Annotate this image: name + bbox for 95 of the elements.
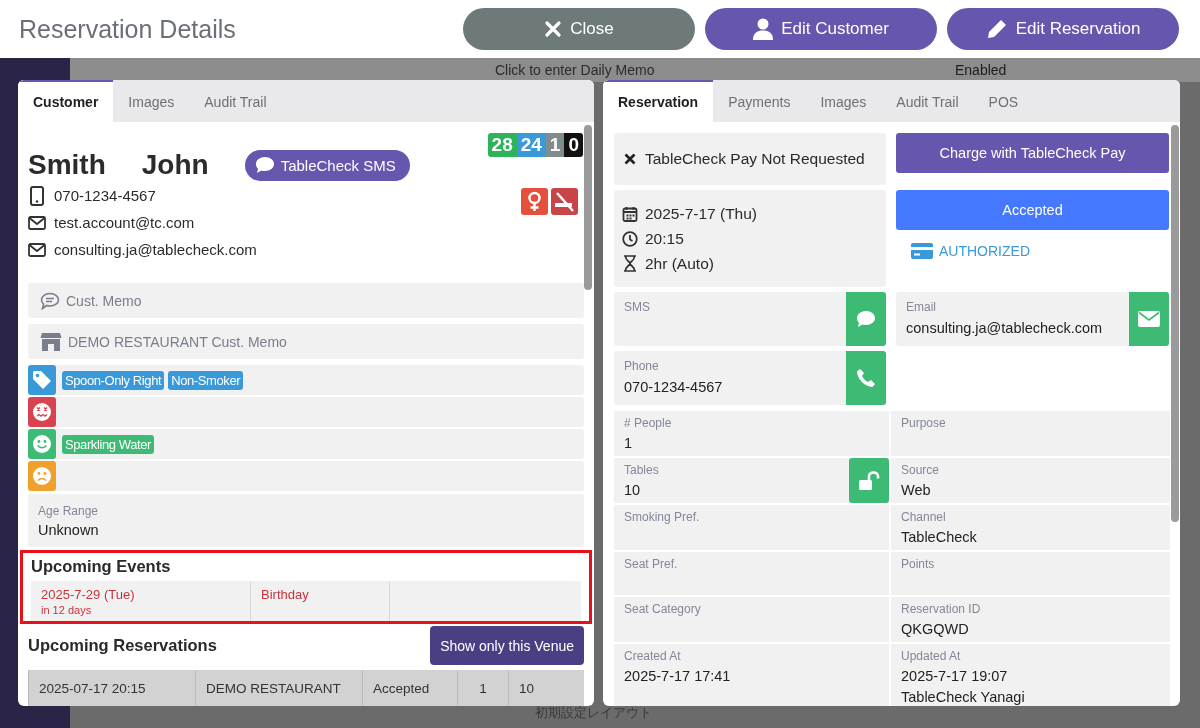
tab[interactable]: Audit Trail: [881, 80, 974, 122]
first-name: John: [141, 149, 209, 181]
tag-row[interactable]: [28, 461, 584, 491]
tab[interactable]: POS: [973, 80, 1034, 122]
tag-chip[interactable]: Spoon-Only Right: [62, 370, 165, 390]
detail-field[interactable]: Channel TableCheck: [891, 505, 1170, 550]
detail-field[interactable]: Points: [891, 552, 1170, 595]
tag-row[interactable]: [28, 397, 584, 427]
email-address: test.account@tc.com: [54, 214, 195, 231]
detail-field[interactable]: Created At 2025-7-17 17:41: [614, 644, 889, 706]
daily-memo-prompt[interactable]: Click to enter Daily Memo: [495, 62, 655, 78]
envelope-icon: [28, 242, 46, 257]
edit-reservation-button[interactable]: Edit Reservation: [947, 8, 1179, 50]
status-button[interactable]: Accepted: [896, 190, 1169, 230]
payment-status-text: TableCheck Pay Not Requested: [645, 150, 865, 168]
cross-icon: [624, 153, 636, 165]
reservation-duration: 2hr (Auto): [645, 254, 714, 273]
smile-icon: [28, 429, 56, 459]
close-button[interactable]: Close: [463, 8, 695, 50]
tab[interactable]: Images: [113, 80, 190, 122]
visit-count: 24: [516, 133, 546, 157]
reservation-date: 2025-7-17 (Thu): [645, 204, 757, 223]
tag-icon: [28, 365, 56, 395]
tag-row[interactable]: Sparkling Water: [28, 429, 584, 459]
detail-field[interactable]: Reservation ID QKGQWD: [891, 597, 1170, 642]
table-cell: Accepted: [363, 670, 458, 706]
status-toggle[interactable]: Enabled: [955, 62, 1007, 78]
visit-count: 28: [487, 133, 517, 157]
email-field[interactable]: Email consulting.ja@tablecheck.com: [896, 292, 1169, 346]
tag-row[interactable]: Spoon-Only Right Non-Smoker: [28, 365, 584, 395]
tab[interactable]: Customer: [18, 80, 114, 122]
call-button[interactable]: [846, 351, 886, 405]
send-email-button[interactable]: [1129, 292, 1169, 346]
detail-field[interactable]: Purpose: [891, 411, 1170, 456]
hourglass-icon: [622, 255, 638, 272]
table-cell: 2025-07-17 20:15: [29, 670, 196, 706]
calendar-icon: [622, 205, 638, 222]
female-icon: [521, 188, 548, 215]
section-heading: Upcoming Reservations: [28, 636, 217, 655]
store-icon: [40, 331, 62, 352]
table-cell: DEMO RESTAURANT: [196, 670, 363, 706]
envelope-icon: [28, 215, 46, 230]
memo-field[interactable]: Cust. Memo: [28, 283, 584, 318]
unlocked-padlock-icon: [858, 470, 880, 491]
person-icon: [753, 18, 774, 40]
mobile-phone-icon: [28, 185, 46, 206]
charge-button[interactable]: Charge with TableCheck Pay: [896, 133, 1169, 173]
tab[interactable]: Reservation: [603, 80, 714, 122]
table-cell-text: 10: [518, 679, 536, 698]
chat-bubble-icon: [856, 310, 876, 328]
dizzy-face-icon: [28, 397, 56, 427]
memo-field[interactable]: DEMO RESTAURANT Cust. Memo: [28, 324, 584, 359]
tab[interactable]: Images: [805, 80, 882, 122]
age-range-field[interactable]: Age Range Unknown: [28, 494, 584, 547]
tag-chip[interactable]: Non-Smoker: [168, 370, 244, 390]
send-sms-button[interactable]: [846, 292, 886, 346]
detail-field[interactable]: Source Web: [891, 458, 1170, 503]
detail-field[interactable]: # People 1: [614, 411, 889, 456]
frown-icon: [28, 461, 56, 491]
edit-customer-button[interactable]: Edit Customer: [705, 8, 937, 50]
scrollbar[interactable]: [584, 125, 592, 290]
tag-chip[interactable]: Sparkling Water: [62, 434, 154, 454]
visit-count: 0: [564, 133, 583, 157]
detail-field[interactable]: Updated At 2025-7-17 19:07 TableCheck Yanagi: [891, 644, 1170, 706]
detail-field[interactable]: Tables 10: [614, 458, 889, 503]
phone-number: 070-1234-4567: [54, 187, 156, 204]
detail-field[interactable]: Seat Category: [614, 597, 889, 642]
pencil-icon: [985, 18, 1008, 40]
no-smoking-icon: [551, 188, 578, 215]
comment-icon: [40, 291, 60, 310]
detail-field[interactable]: Seat Pref.: [614, 552, 889, 595]
clock-icon: [622, 230, 638, 247]
sms-field[interactable]: SMS: [614, 292, 886, 346]
chat-bubble-icon: [254, 156, 275, 174]
venue-filter-button[interactable]: Show only this Venue: [430, 626, 584, 665]
email-address: consulting.ja@tablecheck.com: [54, 241, 257, 258]
dialog-title: Reservation Details: [19, 14, 236, 44]
unlock-button[interactable]: [849, 458, 889, 503]
envelope-icon: [1138, 311, 1160, 327]
authorization-status[interactable]: AUTHORIZED: [939, 243, 1030, 259]
section-heading: Upcoming Events: [31, 557, 172, 576]
sms-button[interactable]: TableCheck SMS: [244, 149, 410, 181]
tab[interactable]: Audit Trail: [189, 80, 282, 122]
table-cell: Birthday: [251, 581, 390, 621]
table-cell: 2025-7-29 (Tue) in 12 days: [31, 581, 251, 621]
scrollbar[interactable]: [1171, 125, 1179, 522]
reservation-time: 20:15: [645, 229, 684, 248]
detail-field[interactable]: Smoking Pref.: [614, 505, 889, 550]
last-name: Smith: [28, 149, 106, 181]
phone-field[interactable]: Phone 070-1234-4567: [614, 351, 886, 405]
table-cell: 1: [458, 670, 509, 706]
phone-icon: [856, 368, 876, 388]
close-icon: [544, 20, 563, 38]
tab[interactable]: Payments: [713, 80, 806, 122]
credit-card-icon: [911, 243, 933, 259]
